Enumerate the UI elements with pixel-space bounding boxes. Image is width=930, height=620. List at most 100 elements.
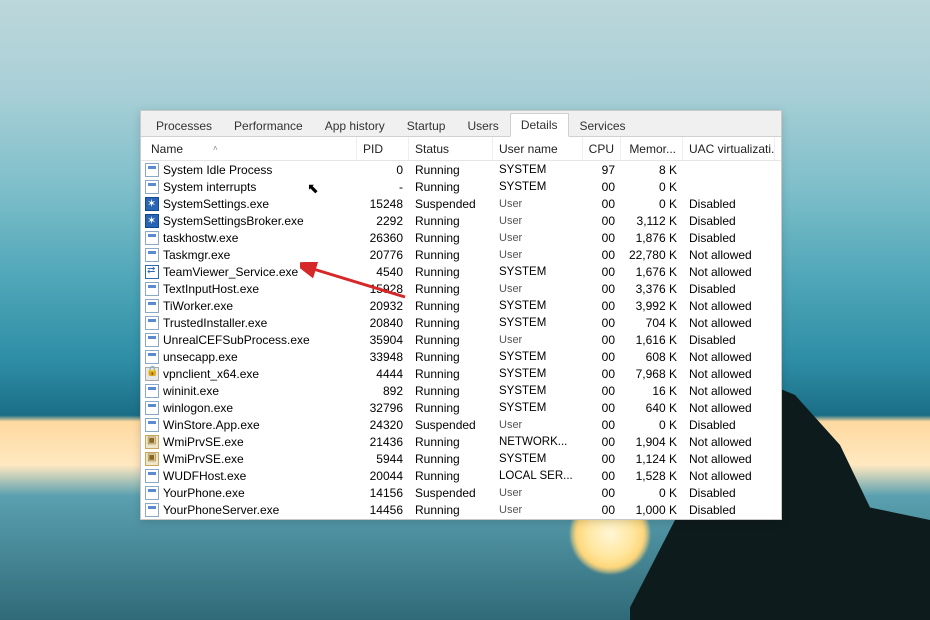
table-row[interactable]: TextInputHost.exe15928RunningUser003,376… (141, 280, 781, 297)
cell-user: User (493, 198, 583, 210)
cell-memory: 1,124 K (621, 452, 683, 466)
cell-user: User (493, 419, 583, 431)
table-row[interactable]: winlogon.exe32796RunningSYSTEM00640 KNot… (141, 399, 781, 416)
cell-memory: 640 K (621, 401, 683, 415)
cell-uac: Disabled (683, 282, 775, 296)
cell-status: Running (409, 282, 493, 296)
cell-pid: 26360 (357, 231, 409, 245)
tab-app-history[interactable]: App history (314, 114, 396, 137)
cell-pid: 14456 (357, 503, 409, 517)
table-row[interactable]: Taskmgr.exe20776RunningUser0022,780 KNot… (141, 246, 781, 263)
process-icon (145, 265, 159, 279)
table-row[interactable]: taskhostw.exe26360RunningUser001,876 KDi… (141, 229, 781, 246)
header-status[interactable]: Status (409, 137, 493, 160)
cell-uac: Not allowed (683, 384, 775, 398)
cell-user: User (493, 232, 583, 244)
header-cpu[interactable]: CPU (583, 137, 621, 160)
table-row[interactable]: SystemSettings.exe15248SuspendedUser000 … (141, 195, 781, 212)
table-row[interactable]: System interrupts-RunningSYSTEM000 K (141, 178, 781, 195)
cell-pid: 20932 (357, 299, 409, 313)
tab-processes[interactable]: Processes (145, 114, 223, 137)
table-row[interactable]: WmiPrvSE.exe5944RunningSYSTEM001,124 KNo… (141, 450, 781, 467)
process-icon (145, 197, 159, 211)
cell-user: SYSTEM (493, 351, 583, 363)
cell-user: SYSTEM (493, 402, 583, 414)
cell-status: Running (409, 214, 493, 228)
cell-cpu: 00 (583, 333, 621, 347)
table-row[interactable]: unsecapp.exe33948RunningSYSTEM00608 KNot… (141, 348, 781, 365)
cell-status: Running (409, 469, 493, 483)
cell-user: User (493, 504, 583, 516)
cell-pid: 20776 (357, 248, 409, 262)
table-row[interactable]: TiWorker.exe20932RunningSYSTEM003,992 KN… (141, 297, 781, 314)
table-row[interactable]: System Idle Process0RunningSYSTEM978 K (141, 161, 781, 178)
cell-uac: Disabled (683, 333, 775, 347)
cell-memory: 3,376 K (621, 282, 683, 296)
cell-status: Suspended (409, 486, 493, 500)
header-user[interactable]: User name (493, 137, 583, 160)
cell-uac: Not allowed (683, 452, 775, 466)
table-row[interactable]: WmiPrvSE.exe21436RunningNETWORK...001,90… (141, 433, 781, 450)
process-name: taskhostw.exe (163, 231, 238, 245)
task-manager-window[interactable]: ProcessesPerformanceApp historyStartupUs… (140, 110, 782, 520)
tab-users[interactable]: Users (456, 114, 509, 137)
cell-status: Running (409, 367, 493, 381)
cell-pid: 35904 (357, 333, 409, 347)
cell-uac: Not allowed (683, 299, 775, 313)
tab-strip: ProcessesPerformanceApp historyStartupUs… (141, 111, 781, 137)
table-row[interactable]: SystemSettingsBroker.exe2292RunningUser0… (141, 212, 781, 229)
cell-cpu: 00 (583, 435, 621, 449)
cell-cpu: 97 (583, 163, 621, 177)
header-pid[interactable]: PID (357, 137, 409, 160)
tab-services[interactable]: Services (569, 114, 637, 137)
tab-details[interactable]: Details (510, 113, 569, 137)
cell-cpu: 00 (583, 367, 621, 381)
cell-cpu: 00 (583, 316, 621, 330)
cell-pid: 2292 (357, 214, 409, 228)
column-headers: Name ˄ PID Status User name CPU Memor...… (141, 137, 781, 161)
cell-user: NETWORK... (493, 436, 583, 448)
cell-cpu: 00 (583, 180, 621, 194)
cell-pid: 15928 (357, 282, 409, 296)
cell-uac: Disabled (683, 231, 775, 245)
process-icon (145, 248, 159, 262)
cell-name: TiWorker.exe (145, 299, 357, 313)
process-name: System interrupts (163, 180, 256, 194)
header-uac[interactable]: UAC virtualizati... (683, 137, 775, 160)
cell-memory: 16 K (621, 384, 683, 398)
table-row[interactable]: UnrealCEFSubProcess.exe35904RunningUser0… (141, 331, 781, 348)
cell-status: Running (409, 316, 493, 330)
cell-user: SYSTEM (493, 385, 583, 397)
header-mem[interactable]: Memor... (621, 137, 683, 160)
process-icon (145, 350, 159, 364)
cell-cpu: 00 (583, 503, 621, 517)
cell-user: User (493, 249, 583, 261)
tab-performance[interactable]: Performance (223, 114, 314, 137)
process-icon (145, 231, 159, 245)
table-row[interactable]: vpnclient_x64.exe4444RunningSYSTEM007,96… (141, 365, 781, 382)
table-row[interactable]: TrustedInstaller.exe20840RunningSYSTEM00… (141, 314, 781, 331)
table-row[interactable]: YourPhoneServer.exe14456RunningUser001,0… (141, 501, 781, 518)
process-icon (145, 180, 159, 194)
cell-status: Running (409, 231, 493, 245)
tab-startup[interactable]: Startup (396, 114, 457, 137)
cell-memory: 1,676 K (621, 265, 683, 279)
cell-name: System Idle Process (145, 163, 357, 177)
table-row[interactable]: WinStore.App.exe24320SuspendedUser000 KD… (141, 416, 781, 433)
sort-indicator-icon: ˄ (213, 144, 218, 153)
cell-cpu: 00 (583, 418, 621, 432)
table-row[interactable]: WUDFHost.exe20044RunningLOCAL SER...001,… (141, 467, 781, 484)
process-name: TextInputHost.exe (163, 282, 259, 296)
process-name: WmiPrvSE.exe (163, 452, 244, 466)
process-icon (145, 452, 159, 466)
cell-name: wininit.exe (145, 384, 357, 398)
cell-cpu: 00 (583, 384, 621, 398)
header-name[interactable]: Name ˄ (145, 137, 357, 160)
cell-pid: 4444 (357, 367, 409, 381)
cell-status: Running (409, 452, 493, 466)
table-row[interactable]: wininit.exe892RunningSYSTEM0016 KNot all… (141, 382, 781, 399)
cell-uac: Not allowed (683, 316, 775, 330)
table-row[interactable]: YourPhone.exe14156SuspendedUser000 KDisa… (141, 484, 781, 501)
table-row[interactable]: TeamViewer_Service.exe4540RunningSYSTEM0… (141, 263, 781, 280)
process-name: WUDFHost.exe (163, 469, 246, 483)
